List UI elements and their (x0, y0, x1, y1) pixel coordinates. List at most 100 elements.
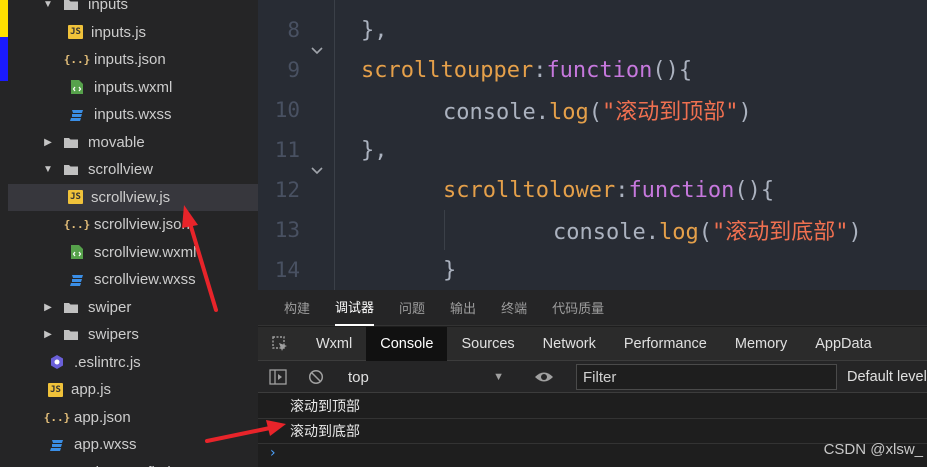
wxss-file-icon (48, 437, 66, 453)
tab-wxml[interactable]: Wxml (302, 327, 366, 361)
tab-performance[interactable]: Performance (610, 327, 721, 361)
wxss-file-icon (68, 272, 86, 288)
json-file-icon: {..} (63, 218, 91, 231)
inspect-element-icon[interactable] (258, 327, 302, 361)
tree-item-movable[interactable]: ▶ movable (8, 129, 258, 156)
clear-console-icon[interactable] (302, 361, 330, 393)
folder-file-icon (62, 327, 80, 343)
json-file-icon: {..} (63, 53, 91, 66)
debug-tab-5[interactable]: 代码质量 (552, 290, 604, 326)
folder-file-icon (62, 162, 80, 178)
code-line[interactable]: 9 scrolltoupper:function(){ (258, 47, 927, 90)
tree-item-scrollview-json[interactable]: {..} scrollview.json (8, 211, 258, 238)
tree-item-label: .eslintrc.js (74, 353, 141, 371)
tree-item-label: inputs.json (94, 51, 166, 68)
tab-memory[interactable]: Memory (721, 327, 801, 361)
chevron-down-icon[interactable]: ▼ (42, 164, 54, 175)
json-file-icon: {..} (43, 410, 71, 424)
tab-console[interactable]: Console (366, 326, 448, 361)
wxml-file-icon (68, 79, 86, 95)
tree-item-label: scrollview (88, 161, 154, 178)
code-line[interactable]: 10 console.log("滚动到顶部") (258, 90, 927, 130)
tree-item-swipers[interactable]: ▶ swipers (8, 321, 258, 348)
tree-item-inputs-wxml[interactable]: inputs.wxml (8, 74, 258, 101)
wxml-file-icon (68, 244, 86, 260)
tab-appdata[interactable]: AppData (801, 327, 885, 361)
tree-item--eslintrc-js[interactable]: .eslintrc.js (8, 349, 258, 376)
console-prompt[interactable]: › (270, 445, 276, 461)
tree-item-inputs-json[interactable]: {..} inputs.json (8, 46, 258, 73)
tree-item-scrollview[interactable]: ▼ scrollview (8, 156, 258, 183)
tree-item-label: inputs.wxss (94, 106, 172, 123)
watermark: CSDN @xlsw_ (823, 441, 923, 458)
chevron-right-icon[interactable]: ▶ (42, 137, 54, 148)
code-text: }, (361, 138, 388, 163)
debug-top-tabs: 构建 调试器 问题 输出 终端 代码质量 (258, 290, 927, 326)
tree-item-swiper[interactable]: ▶ swiper (8, 294, 258, 321)
tree-item-scrollview-js[interactable]: JS scrollview.js (8, 183, 258, 211)
code-token: (){ (652, 57, 693, 83)
console-filter-input[interactable] (576, 364, 837, 390)
code-line[interactable]: 13 console.log("滚动到底部") (258, 210, 927, 250)
tab-network[interactable]: Network (529, 327, 610, 361)
code-text: scrolltolower:function(){ (443, 178, 774, 203)
debug-tab-0[interactable]: 构建 (284, 290, 310, 326)
code-token: function (546, 57, 653, 83)
tree-item-scrollview-wxss[interactable]: scrollview.wxss (8, 266, 258, 293)
tree-item-label: scrollview.wxml (94, 243, 197, 261)
code-token: console (553, 220, 646, 245)
tree-item-app-wxss[interactable]: app.wxss (8, 431, 258, 458)
tree-item-scrollview-wxml[interactable]: scrollview.wxml (8, 239, 258, 266)
line-number: 14 (274, 258, 300, 282)
tree-item-label: swipers (88, 326, 139, 343)
debug-tab-4[interactable]: 终端 (501, 290, 527, 326)
tree-item-label: app.wxss (74, 436, 137, 453)
tree-item-label: scrollview.json (94, 216, 190, 233)
tree-item-label: scrollview.js (91, 188, 171, 206)
tree-item-app-json[interactable]: {..} app.json (8, 404, 258, 431)
code-token: console (443, 100, 536, 125)
folder-file-icon (62, 299, 80, 315)
line-number: 8 (287, 18, 300, 42)
code-text: console.log("滚动到底部") (553, 214, 862, 246)
tree-item-inputs-js[interactable]: JS inputs.js (8, 19, 258, 46)
code-token: . (535, 100, 549, 125)
sidebar-toggle-icon[interactable] (264, 361, 292, 393)
chevron-right-icon[interactable]: ▶ (42, 302, 54, 313)
code-text: console.log("滚动到顶部") (443, 94, 752, 126)
wxss-file-icon (68, 107, 86, 123)
log-levels-dropdown[interactable]: Default levels (847, 361, 927, 393)
tree-item-inputs[interactable]: ▼ inputs (8, 0, 258, 18)
live-expression-eye-icon[interactable] (532, 361, 556, 393)
log-message: 滚动到顶部 (290, 399, 360, 415)
tree-item-project-config-json[interactable]: {..}project.config.json (8, 459, 258, 467)
debug-tab-1[interactable]: 调试器 (335, 290, 375, 326)
code-token: "滚动到底部" (711, 220, 849, 245)
fold-chevron-icon[interactable] (310, 44, 324, 60)
tree-item-app-js[interactable]: JS app.js (8, 376, 258, 403)
code-token: (){ (734, 177, 775, 203)
code-token: : (533, 57, 547, 83)
code-line[interactable]: 12 scrolltolower:function(){ (258, 167, 927, 210)
debug-tab-3[interactable]: 输出 (450, 290, 476, 326)
left-accent-blue (0, 37, 8, 81)
tab-sources[interactable]: Sources (447, 327, 528, 361)
code-line[interactable]: 11}, (258, 130, 927, 170)
code-token: : (615, 177, 629, 203)
context-selector[interactable]: top ▼ (340, 361, 512, 393)
line-number: 12 (274, 178, 300, 202)
chevron-right-icon[interactable]: ▶ (42, 329, 54, 340)
code-token: function (628, 177, 735, 203)
code-line[interactable]: 8}, (258, 10, 927, 50)
code-line[interactable]: 14} (258, 250, 927, 290)
tree-item-inputs-wxss[interactable]: inputs.wxss (8, 101, 258, 128)
debug-tab-2[interactable]: 问题 (399, 290, 425, 326)
fold-chevron-icon[interactable] (310, 164, 324, 180)
tree-item-label: movable (88, 133, 145, 151)
js-file-icon: JS (68, 190, 83, 204)
code-token: scrolltolower (443, 177, 616, 203)
tree-item-label: inputs (88, 0, 129, 13)
code-editor[interactable]: 8}, 9 scrolltoupper:function(){10 console.l… (258, 0, 927, 290)
folder-file-icon (62, 134, 80, 150)
chevron-down-icon[interactable]: ▼ (42, 0, 54, 10)
